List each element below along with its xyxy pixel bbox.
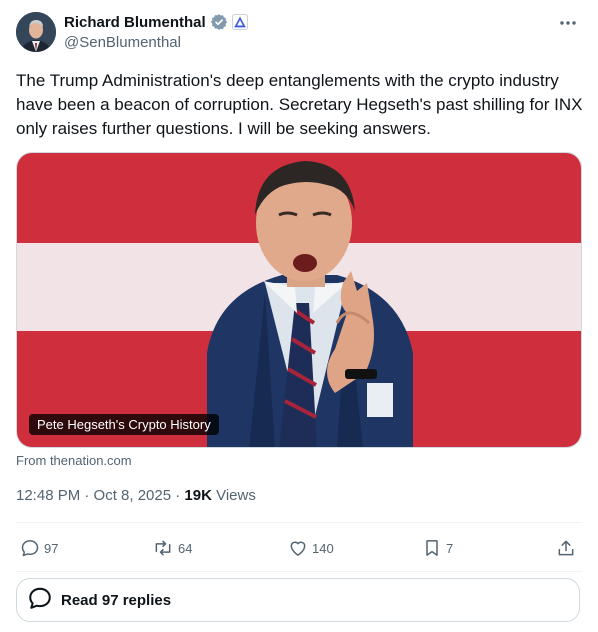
like-icon xyxy=(288,538,308,558)
affiliate-badge-icon xyxy=(231,14,248,30)
tweet-meta: 12:48 PM · Oct 8, 2025 · 19K Views xyxy=(16,487,256,504)
reply-button[interactable]: 97 xyxy=(20,534,58,562)
views-count: 19K xyxy=(184,487,212,504)
views-label: Views xyxy=(211,487,256,504)
repost-count: 64 xyxy=(178,540,193,556)
link-source[interactable]: From thenation.com xyxy=(16,453,132,468)
read-replies-label: Read 97 replies xyxy=(61,591,172,609)
share-icon[interactable] xyxy=(556,534,576,562)
author-handle[interactable]: @SenBlumenthal xyxy=(64,34,181,51)
timestamp[interactable]: 12:48 PM · Oct 8, 2025 · xyxy=(16,487,184,504)
media-image xyxy=(17,153,581,447)
author-name[interactable]: Richard Blumenthal xyxy=(64,14,206,31)
media-caption: Pete Hegseth's Crypto History xyxy=(29,414,219,435)
divider xyxy=(16,571,582,572)
divider xyxy=(16,522,582,523)
bookmark-count: 7 xyxy=(446,540,454,556)
tweet-text: The Trump Administration's deep entangle… xyxy=(16,71,583,138)
action-bar: 97 64 140 7 xyxy=(16,534,582,562)
reply-icon xyxy=(20,538,40,558)
media-card[interactable]: Pete Hegseth's Crypto History xyxy=(16,152,582,448)
repost-icon xyxy=(152,538,174,558)
tweet-header: Richard Blumenthal @SenBlumenthal xyxy=(16,11,582,55)
reply-count: 97 xyxy=(44,540,59,556)
name-row: Richard Blumenthal xyxy=(64,13,248,31)
repost-button[interactable]: 64 xyxy=(152,534,192,562)
like-count: 140 xyxy=(312,540,334,556)
avatar[interactable] xyxy=(16,12,56,52)
bookmark-button[interactable]: 7 xyxy=(422,534,453,562)
verified-badge-icon xyxy=(210,13,228,31)
more-icon[interactable] xyxy=(556,13,580,33)
bookmark-icon xyxy=(422,538,442,558)
read-replies-button[interactable]: Read 97 replies xyxy=(16,578,580,622)
like-button[interactable]: 140 xyxy=(288,534,334,562)
chat-bubble-icon xyxy=(27,585,53,616)
